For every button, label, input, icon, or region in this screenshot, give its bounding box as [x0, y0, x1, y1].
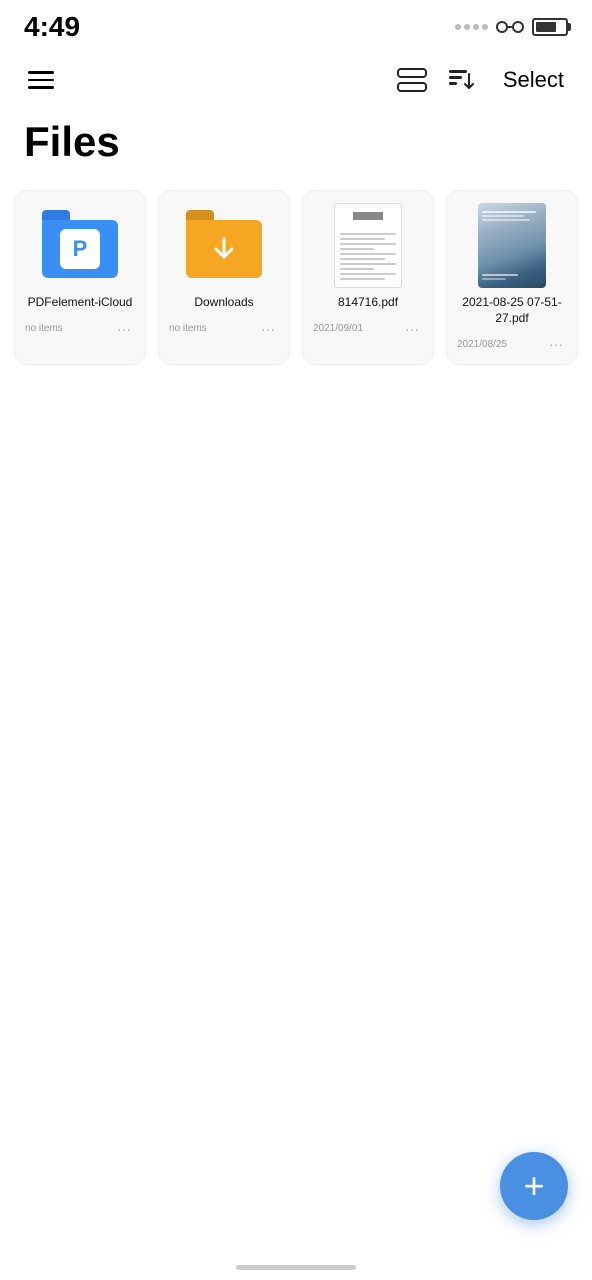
pdf-preview-1 [334, 203, 402, 288]
view-toggle-icon[interactable] [397, 67, 427, 93]
file-meta-pdf2: 2021/08/25 ··· [457, 334, 567, 354]
hamburger-line-3 [28, 86, 54, 89]
file-more-pdfelem[interactable]: ··· [113, 319, 135, 339]
status-icons [455, 18, 568, 36]
home-indicator [236, 1265, 356, 1270]
file-grid: P PDFelement-iCloud no items ··· [0, 190, 592, 365]
page-title: Files [0, 110, 592, 190]
battery-icon [532, 18, 568, 36]
nav-left [20, 63, 62, 97]
add-fab-button[interactable]: + [500, 1152, 568, 1220]
file-meta-downloads: no items ··· [169, 319, 279, 339]
hamburger-line-2 [28, 79, 54, 82]
file-name-pdfelem: PDFelement-iCloud [25, 295, 135, 311]
file-thumbnail-downloads [184, 205, 264, 285]
file-name-pdf1: 814716.pdf [313, 295, 423, 311]
file-thumbnail-pdfelem: P [40, 205, 120, 285]
file-meta-pdf1: 2021/09/01 ··· [313, 319, 423, 339]
file-card-pdf2[interactable]: 2021-08-25 07-51-27.pdf 2021/08/25 ··· [446, 190, 578, 365]
hamburger-line-1 [28, 71, 54, 74]
file-date-downloads: no items [169, 323, 207, 334]
download-arrow-icon [208, 233, 240, 265]
file-name-downloads: Downloads [169, 295, 279, 311]
status-time: 4:49 [24, 11, 80, 43]
file-card-pdfelem[interactable]: P PDFelement-iCloud no items ··· [14, 190, 146, 365]
signal-icon [455, 24, 488, 30]
file-meta-pdfelem: no items ··· [25, 319, 135, 339]
file-more-pdf2[interactable]: ··· [545, 334, 567, 354]
file-thumbnail-pdf1 [328, 205, 408, 285]
image-preview-1 [478, 203, 546, 288]
file-date-pdf2: 2021/08/25 [457, 339, 507, 350]
file-more-downloads[interactable]: ··· [257, 319, 279, 339]
sort-icon[interactable] [447, 66, 475, 94]
menu-button[interactable] [20, 63, 62, 97]
file-card-pdf1[interactable]: 814716.pdf 2021/09/01 ··· [302, 190, 434, 365]
file-date-pdfelem: no items [25, 323, 63, 334]
file-name-pdf2: 2021-08-25 07-51-27.pdf [457, 295, 567, 326]
nav-right: Select [397, 63, 572, 97]
file-thumbnail-pdf2 [472, 205, 552, 285]
file-date-pdf1: 2021/09/01 [313, 323, 363, 334]
select-button[interactable]: Select [495, 63, 572, 97]
file-more-pdf1[interactable]: ··· [401, 319, 423, 339]
plus-icon: + [523, 1168, 544, 1204]
status-bar: 4:49 [0, 0, 592, 50]
link-icon [496, 18, 524, 36]
file-card-downloads[interactable]: Downloads no items ··· [158, 190, 290, 365]
nav-bar: Select [0, 50, 592, 110]
